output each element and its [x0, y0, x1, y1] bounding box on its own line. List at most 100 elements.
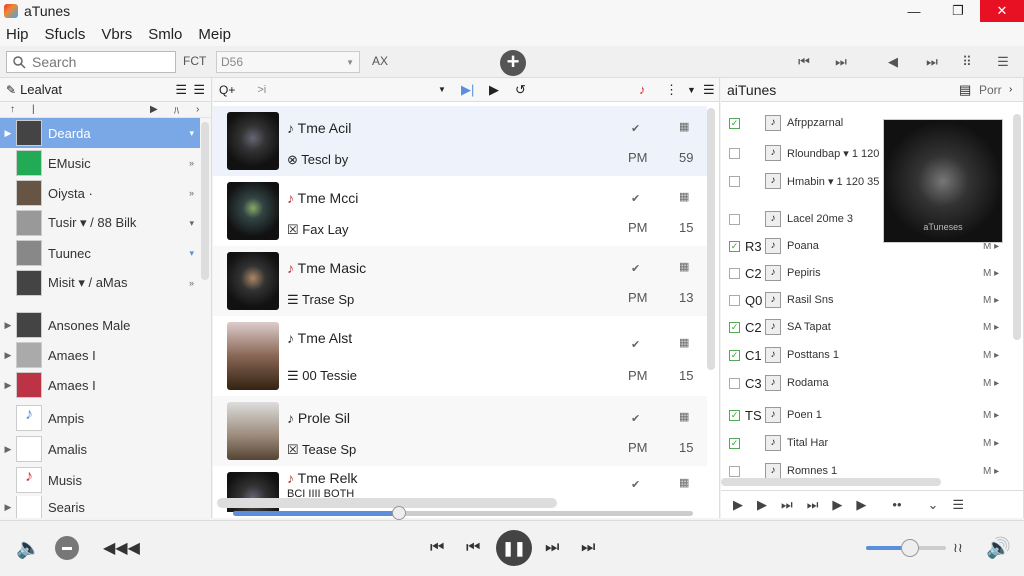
maximize-button[interactable]: ❐	[936, 0, 980, 22]
tag-icon[interactable]: ▦	[679, 260, 689, 273]
tag-icon[interactable]: ▦	[679, 120, 689, 133]
search-icon[interactable]: Q+	[219, 83, 235, 97]
library-item[interactable]: Oiysta ·»	[0, 178, 200, 208]
check-icon[interactable]: ✔	[631, 478, 640, 491]
skip-forward-icon[interactable]: ⏭	[807, 497, 819, 513]
row-more-icon[interactable]: M ▸	[983, 322, 999, 333]
track-row[interactable]: ♪ Tme Alst ☰ 00 Tessie ✔ ▦ PM 15	[213, 316, 707, 396]
tag-icon[interactable]: ▦	[679, 190, 689, 203]
library-item[interactable]: ▶ Amaes I	[0, 340, 200, 370]
row-checkbox[interactable]	[729, 213, 740, 225]
library-scrollbar[interactable]	[201, 122, 209, 280]
check-icon[interactable]: ✔	[631, 262, 640, 275]
playlist-hscroll[interactable]	[721, 478, 941, 486]
library-item[interactable]: ▶ Searis	[0, 496, 200, 518]
view-select[interactable]: D56 ▼	[216, 51, 360, 73]
up-arrow-icon[interactable]: ↑	[10, 104, 15, 115]
row-checkbox[interactable]	[729, 267, 740, 279]
list-icon[interactable]: ☰	[175, 82, 187, 98]
search-input[interactable]: Search	[6, 51, 176, 73]
library-item[interactable]: ♪ Ampis	[0, 403, 200, 433]
row-more-icon[interactable]: M ▸	[983, 438, 999, 449]
equalizer-icon[interactable]: ≀≀	[953, 540, 963, 556]
row-checkbox[interactable]	[729, 377, 740, 389]
grid-icon[interactable]: ⠿	[958, 54, 976, 70]
column-toggle[interactable]: |	[32, 104, 35, 115]
info-icon[interactable]: ⋮	[665, 82, 678, 98]
playlist-row[interactable]: C3 ♪ Rodama M ▸	[721, 370, 1006, 396]
library-item[interactable]: ♪ Musis	[0, 465, 200, 495]
library-item[interactable]: ▶ Amalis	[0, 434, 200, 464]
menu-item[interactable]: Vbrs	[101, 26, 132, 43]
menu-item[interactable]: Sfucls	[45, 26, 86, 43]
tag-icon[interactable]: ▦	[679, 476, 689, 489]
row-checkbox[interactable]: ✓	[729, 240, 740, 252]
next-icon[interactable]: ⏭	[923, 54, 941, 70]
check-icon[interactable]: ✔	[631, 192, 640, 205]
more-icon[interactable]: ••	[892, 497, 901, 512]
bars-icon[interactable]: ﾊ	[174, 102, 179, 117]
close-button[interactable]: ✕	[980, 0, 1024, 22]
track-row[interactable]: ♪ Tme Acil ⊗ Tescl by ✔ ▦ PM 59	[213, 106, 707, 176]
add-button[interactable]: +	[500, 50, 526, 76]
play-icon[interactable]: ▶	[856, 497, 866, 513]
previous-icon[interactable]: ⏮	[466, 539, 480, 557]
playlist-row[interactable]: Q0 ♪ Rasil Sns M ▸	[721, 287, 1006, 313]
chevron-right-icon[interactable]: ›	[196, 104, 199, 115]
volume-icon[interactable]: 🔊	[986, 536, 1011, 561]
skip-back-icon[interactable]: ⏮	[795, 54, 813, 70]
volume-slider[interactable]	[866, 539, 946, 557]
play-icon[interactable]: ▶	[832, 497, 842, 513]
shuffle-button[interactable]: ▬	[55, 536, 79, 560]
pause-button[interactable]: ❚❚	[496, 530, 532, 566]
menu-icon[interactable]: ☰	[703, 82, 715, 98]
check-icon[interactable]: ✔	[631, 412, 640, 425]
chevron-right-icon[interactable]: ›	[1009, 84, 1012, 95]
library-item[interactable]: ▶ Amaes I	[0, 370, 200, 400]
music-note-icon[interactable]: ♪	[639, 82, 646, 97]
tag-icon[interactable]: ▦	[679, 336, 689, 349]
tag-icon[interactable]: ▦	[679, 410, 689, 423]
speaker-icon[interactable]: 🔈	[16, 536, 41, 561]
horizontal-scrollbar[interactable]	[217, 498, 557, 508]
menu-item[interactable]: Meip	[198, 26, 231, 43]
next-icon[interactable]: ⏭	[545, 539, 559, 557]
library-item[interactable]: Tusir ▾ / 88 Bilk ▾	[0, 208, 200, 238]
progress-bar[interactable]	[233, 506, 693, 520]
next-track-icon[interactable]: ⏭	[581, 539, 595, 557]
check-icon[interactable]: ✔	[631, 122, 640, 135]
row-checkbox[interactable]: ✓	[729, 437, 740, 449]
calendar-icon[interactable]: ▤	[959, 82, 971, 98]
chevron-down-icon[interactable]: ▼	[438, 85, 446, 94]
playlist-row[interactable]: ✓ TS ♪ Poen 1 M ▸	[721, 402, 1006, 428]
playlist-row[interactable]: ✓ ♪ Tital Har M ▸	[721, 430, 1006, 456]
library-item[interactable]: EMusic»	[0, 148, 200, 178]
row-more-icon[interactable]: M ▸	[983, 268, 999, 279]
row-checkbox[interactable]: ✓	[729, 349, 740, 361]
row-checkbox[interactable]	[729, 465, 740, 477]
check-icon[interactable]: ✔	[631, 338, 640, 351]
tracklist-scrollbar[interactable]	[707, 108, 715, 370]
menu-item[interactable]: Smlo	[148, 26, 182, 43]
sort-icon[interactable]: >i	[257, 84, 266, 96]
repeat-icon[interactable]: ↺	[515, 82, 526, 98]
row-more-icon[interactable]: M ▸	[983, 378, 999, 389]
filter-icon[interactable]: ⌄	[928, 497, 939, 513]
play-icon[interactable]: ▶	[150, 104, 158, 115]
skip-forward-icon[interactable]: ⏭	[781, 497, 793, 513]
play-icon[interactable]: ▶	[489, 82, 499, 98]
library-item[interactable]: ▶ Dearda ▾	[0, 118, 200, 148]
row-more-icon[interactable]: M ▸	[983, 350, 999, 361]
row-checkbox[interactable]	[729, 147, 740, 159]
playlist-row[interactable]: ✓ C2 ♪ SA Tapat M ▸	[721, 314, 1006, 340]
row-checkbox[interactable]	[729, 294, 740, 306]
play-icon[interactable]: ▶	[733, 497, 743, 513]
back-arrow-icon[interactable]: ◀	[884, 54, 902, 70]
playlist-row[interactable]: C2 ♪ Pepiris M ▸	[721, 260, 1006, 286]
library-item[interactable]: Tuunec ▾	[0, 238, 200, 268]
row-checkbox[interactable]: ✓	[729, 409, 740, 421]
track-row[interactable]: ♪ Tme Mcci ☒ Fax Lay ✔ ▦ PM 15	[213, 176, 707, 246]
row-checkbox[interactable]: ✓	[729, 321, 740, 333]
row-more-icon[interactable]: M ▸	[983, 466, 999, 477]
track-row[interactable]: ♪ Prole Sil ☒ Tease Sp ✔ ▦ PM 15	[213, 396, 707, 466]
